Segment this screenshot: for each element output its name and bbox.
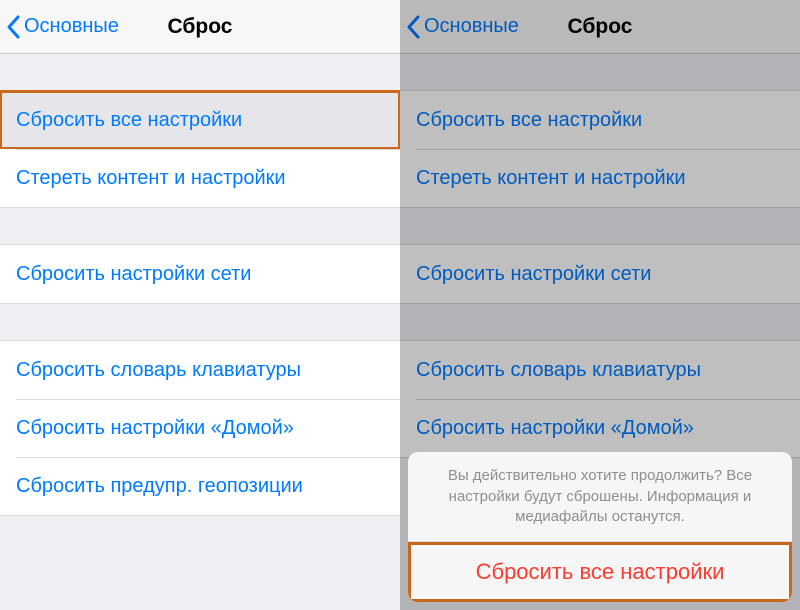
- group-1: Сбросить все настройки Стереть контент и…: [0, 90, 400, 208]
- content: Сбросить все настройки Стереть контент и…: [0, 54, 400, 610]
- row-label: Сбросить настройки «Домой»: [16, 417, 294, 440]
- row-label: Сбросить настройки сети: [16, 263, 251, 286]
- page-title: Сброс: [168, 15, 233, 39]
- navbar: Основные Сброс: [0, 0, 400, 54]
- row-label: Стереть контент и настройки: [16, 167, 286, 190]
- row-label: Сбросить все настройки: [16, 109, 242, 132]
- row-reset-home[interactable]: Сбросить настройки «Домой»: [0, 399, 400, 457]
- row-reset-location-warnings[interactable]: Сбросить предупр. геопозиции: [0, 457, 400, 515]
- action-sheet-message: Вы действительно хотите продолжить? Все …: [408, 452, 792, 542]
- row-label: Сбросить словарь клавиатуры: [16, 359, 301, 382]
- row-erase-content[interactable]: Стереть контент и настройки: [0, 149, 400, 207]
- back-label: Основные: [24, 15, 119, 38]
- action-sheet: Вы действительно хотите продолжить? Все …: [408, 452, 792, 602]
- row-reset-all-settings[interactable]: Сбросить все настройки: [0, 91, 400, 149]
- row-reset-keyboard-dict[interactable]: Сбросить словарь клавиатуры: [0, 341, 400, 399]
- action-sheet-card: Вы действительно хотите продолжить? Все …: [408, 452, 792, 602]
- group-2: Сбросить настройки сети: [0, 244, 400, 304]
- row-reset-network[interactable]: Сбросить настройки сети: [0, 245, 400, 303]
- screen-left: Основные Сброс Сбросить все настройки Ст…: [0, 0, 400, 610]
- reset-all-settings-button[interactable]: Сбросить все настройки: [408, 542, 792, 602]
- button-label: Сбросить все настройки: [476, 559, 725, 585]
- group-3: Сбросить словарь клавиатуры Сбросить нас…: [0, 340, 400, 516]
- back-button[interactable]: Основные: [6, 15, 119, 39]
- row-label: Сбросить предупр. геопозиции: [16, 475, 303, 498]
- chevron-left-icon: [6, 15, 20, 39]
- screen-right: Основные Сброс Сбросить все настройки Ст…: [400, 0, 800, 610]
